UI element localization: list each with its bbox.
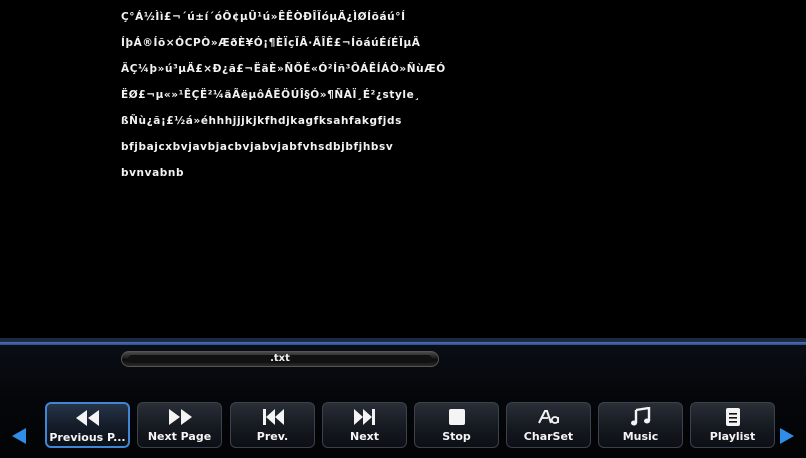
skip-forward-icon	[323, 407, 406, 427]
text-line: bvnvabnb	[121, 167, 185, 179]
text-line: ÍþÁ®Íõ×ÓCPÒ»ÆðÈ¥Ó¡¶ÈÏçÏÂ·ÃÎÊ£¬ÍõáúÉíÉÏµÄ	[121, 37, 421, 49]
next-label: Next	[349, 430, 380, 443]
music-note-icon	[599, 407, 682, 427]
playlist-icon	[691, 407, 774, 427]
filename-bar: .txt	[121, 351, 439, 367]
prev-button[interactable]: Prev.	[230, 402, 315, 448]
prev-label: Prev.	[256, 430, 289, 443]
text-line: ßÑù¿ã¡£½á»éhhhjjjkjkfhdjkagfksahfakgfjds	[121, 115, 402, 127]
toolbar-scroll-right-icon[interactable]	[780, 428, 794, 444]
fast-forward-icon	[138, 407, 221, 427]
skip-back-icon	[231, 407, 314, 427]
text-line: bfjbajcxbvjavbjacbvjabvjabfvhsdbjbfjhbsv	[121, 141, 394, 153]
text-line: ÄÇ¼þ»ú³µÄ£×Ð¿ã£¬ËäÈ»ÑÕÉ«Ó²Íñ³ÔÁÊÍÁÒ»ÑùÆÓ	[121, 63, 446, 75]
toolbar-scroll-left-icon[interactable]	[12, 428, 26, 444]
charset-button[interactable]: CharSet	[506, 402, 591, 448]
next-button[interactable]: Next	[322, 402, 407, 448]
previous-page-button[interactable]: Previous P...	[45, 402, 130, 448]
charset-label: CharSet	[523, 430, 574, 443]
filename-label: .txt	[270, 353, 290, 364]
text-line: Ç°Á½Ìì£¬´ú±í´óÔ¢µÛ¹ú»ÊÊÒÐÎÏóµÄ¿ÌØÍõáú°Í	[121, 11, 406, 23]
music-button[interactable]: Music	[598, 402, 683, 448]
playlist-label: Playlist	[709, 430, 756, 443]
stop-button[interactable]: Stop	[414, 402, 499, 448]
playlist-button[interactable]: Playlist	[690, 402, 775, 448]
stop-icon	[415, 407, 498, 427]
text-viewer: Ç°Á½Ìì£¬´ú±í´óÔ¢µÛ¹ú»ÊÊÒÐÎÏóµÄ¿ÌØÍõáú°Í …	[0, 0, 806, 338]
previous-page-label: Previous P...	[49, 431, 126, 444]
music-label: Music	[622, 430, 659, 443]
next-page-button[interactable]: Next Page	[137, 402, 222, 448]
rewind-icon	[47, 408, 128, 428]
charset-icon	[507, 407, 590, 427]
stop-label: Stop	[442, 430, 471, 443]
next-page-label: Next Page	[147, 430, 212, 443]
text-line: ËØ£¬µ«»¹ÊÇË²¼äÃëµôÁËÖÚÎ§Ó»¶ÑÀÏ¸É²¿style¸	[121, 89, 421, 101]
